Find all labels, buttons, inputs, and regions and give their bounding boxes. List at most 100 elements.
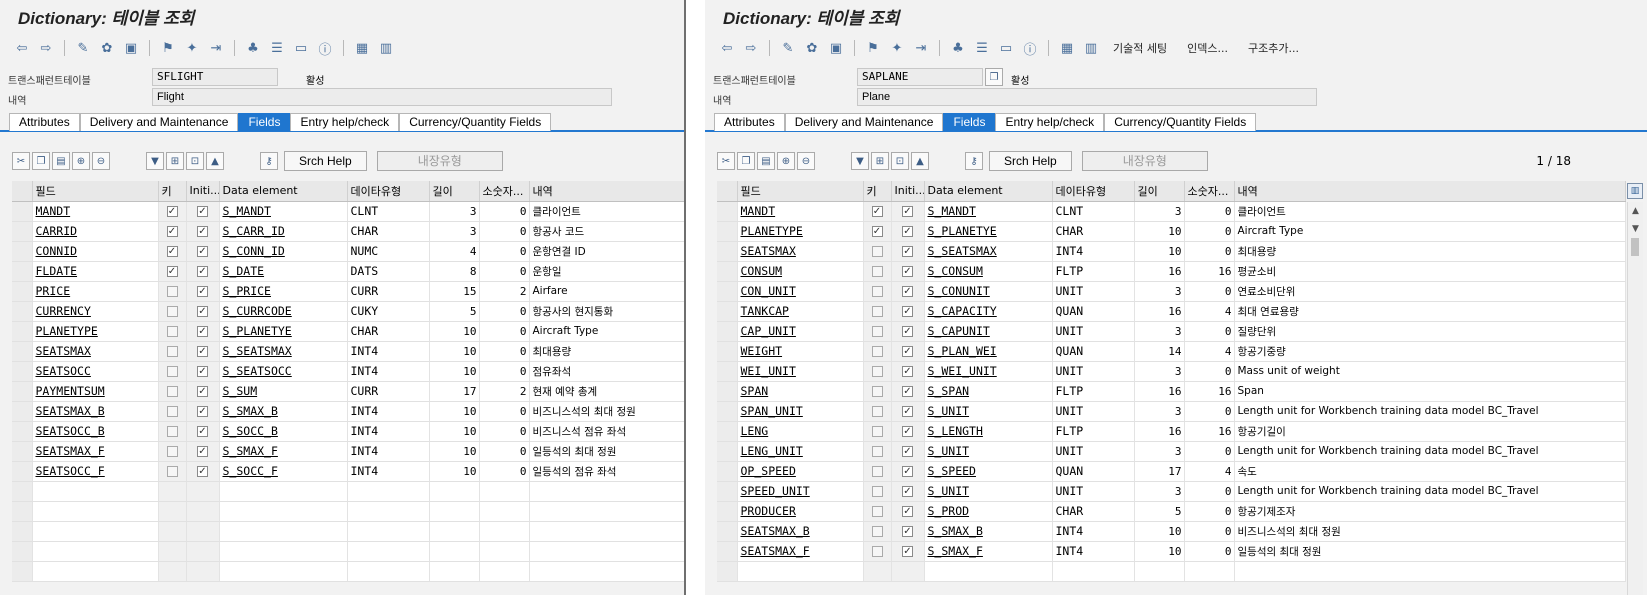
table-row[interactable]: PLANETYPE ✓ ✓ S_PLANETYE CHAR 10 0 Aircraft Typ… bbox=[717, 221, 1626, 242]
row-selector[interactable] bbox=[12, 381, 33, 402]
table-row[interactable]: PAYMENTSUM ✓ S_SUM CURR 17 2 현재 예약 총계 bbox=[12, 381, 684, 402]
field-name[interactable]: SEATSMAX_F bbox=[741, 544, 810, 558]
row-selector[interactable] bbox=[12, 261, 33, 282]
vertical-scrollbar[interactable]: ▲ ▼ bbox=[1627, 202, 1643, 595]
row-selector[interactable] bbox=[12, 301, 33, 322]
row-selector[interactable] bbox=[717, 241, 738, 262]
data-element[interactable]: S_SMAX_F bbox=[928, 544, 983, 558]
data-element[interactable]: S_PLANETYE bbox=[928, 224, 997, 238]
key-cell[interactable] bbox=[158, 421, 187, 442]
row-selector[interactable] bbox=[12, 401, 33, 422]
field-name[interactable]: WEIGHT bbox=[741, 344, 783, 358]
data-element-cell[interactable]: S_PLANETYE bbox=[219, 321, 348, 342]
key-cell[interactable] bbox=[863, 441, 892, 462]
key-cell[interactable] bbox=[863, 321, 892, 342]
data-element-cell[interactable]: S_CURRCODE bbox=[219, 301, 348, 322]
unchecked-checkbox-icon[interactable] bbox=[166, 346, 178, 357]
checked-checkbox-icon[interactable]: ✓ bbox=[197, 446, 208, 457]
row-selector[interactable] bbox=[717, 381, 738, 402]
table-row[interactable]: MANDT ✓ ✓ S_MANDT CLNT 3 0 클라이언트 bbox=[717, 201, 1626, 222]
scroll-up-icon[interactable]: ▲ bbox=[1628, 202, 1643, 220]
data-element[interactable]: S_SEATSMAX bbox=[223, 344, 292, 358]
new-rows-icon[interactable]: ⊞ bbox=[166, 152, 184, 170]
field-name[interactable]: PLANETYPE bbox=[36, 324, 98, 338]
append-structure-link[interactable]: 구조추가... bbox=[1248, 40, 1299, 56]
field-name[interactable]: SEATSMAX_F bbox=[36, 444, 105, 458]
data-element[interactable]: S_LENGTH bbox=[928, 424, 983, 438]
field-name[interactable]: PRODUCER bbox=[741, 504, 796, 518]
data-element-cell[interactable]: S_CONSUM bbox=[924, 261, 1053, 282]
key-cell[interactable] bbox=[863, 361, 892, 382]
key-cell[interactable] bbox=[158, 281, 187, 302]
field-name-cell[interactable]: TANKCAP bbox=[737, 301, 864, 322]
column-header[interactable]: 길이 bbox=[1134, 181, 1185, 202]
activate-icon[interactable]: ✦ bbox=[182, 38, 202, 58]
key-cell[interactable]: ✓ bbox=[158, 261, 187, 282]
back-arrow-icon[interactable]: ⇦ bbox=[12, 38, 32, 58]
data-element-cell[interactable]: S_PLAN_WEI bbox=[924, 341, 1053, 362]
data-element-cell[interactable]: S_CAPUNIT bbox=[924, 321, 1053, 342]
key-cell[interactable] bbox=[863, 461, 892, 482]
search-help-button[interactable]: Srch Help bbox=[989, 151, 1072, 171]
insert-row-icon[interactable]: ⊕ bbox=[72, 152, 90, 170]
cut-icon[interactable]: ✂ bbox=[12, 152, 30, 170]
where-used-icon[interactable]: ⚑ bbox=[158, 38, 178, 58]
table-icon[interactable]: ▥ bbox=[1081, 38, 1101, 58]
field-name[interactable]: SEATSMAX bbox=[36, 344, 91, 358]
data-element-cell[interactable]: S_LENGTH bbox=[924, 421, 1053, 442]
copy-icon[interactable]: ❐ bbox=[32, 152, 50, 170]
field-name-cell[interactable]: CURRENCY bbox=[32, 301, 159, 322]
initial-cell[interactable]: ✓ bbox=[186, 281, 220, 302]
data-element[interactable]: S_SMAX_F bbox=[223, 444, 278, 458]
table-row[interactable]: SEATSMAX_B ✓ S_SMAX_B INT4 10 0 비즈니스석의 최대 정원 bbox=[717, 521, 1626, 542]
checked-checkbox-icon[interactable]: ✓ bbox=[871, 206, 883, 217]
unchecked-checkbox-icon[interactable] bbox=[871, 286, 883, 297]
row-selector[interactable] bbox=[12, 281, 33, 302]
checked-checkbox-icon[interactable]: ✓ bbox=[902, 346, 913, 357]
display-change-icon[interactable]: ✎ bbox=[778, 38, 798, 58]
key-cell[interactable] bbox=[863, 421, 892, 442]
tab-attributes[interactable]: Attributes bbox=[714, 113, 785, 131]
stack-icon[interactable]: ☰ bbox=[267, 38, 287, 58]
field-name-cell[interactable]: SEATSMAX_F bbox=[737, 541, 864, 562]
unchecked-checkbox-icon[interactable] bbox=[871, 346, 883, 357]
key-cell[interactable]: ✓ bbox=[863, 201, 892, 222]
data-element[interactable]: S_MANDT bbox=[223, 204, 271, 218]
field-name-cell[interactable]: SEATSMAX bbox=[32, 341, 159, 362]
field-name[interactable]: CURRENCY bbox=[36, 304, 91, 318]
description-field[interactable]: Flight bbox=[152, 88, 612, 106]
technical-settings-link[interactable]: 기술적 세팅 bbox=[1113, 40, 1167, 56]
checked-checkbox-icon[interactable]: ✓ bbox=[902, 226, 913, 237]
column-settings-icon[interactable]: ▥ bbox=[1627, 183, 1643, 199]
field-name-cell[interactable]: SEATSMAX_F bbox=[32, 441, 159, 462]
initial-cell[interactable]: ✓ bbox=[891, 321, 925, 342]
data-element[interactable]: S_CONN_ID bbox=[223, 244, 285, 258]
initial-cell[interactable]: ✓ bbox=[186, 401, 220, 422]
column-header[interactable]: 데이타유형 bbox=[1052, 181, 1135, 202]
key-cell[interactable] bbox=[158, 321, 187, 342]
data-element[interactable]: S_CURRCODE bbox=[223, 304, 292, 318]
key-icon[interactable]: ⚷ bbox=[260, 152, 278, 170]
data-element-cell[interactable]: S_CARR_ID bbox=[219, 221, 348, 242]
checked-checkbox-icon[interactable]: ✓ bbox=[902, 366, 913, 377]
data-element-cell[interactable]: S_PLANETYE bbox=[924, 221, 1053, 242]
column-header[interactable]: 길이 bbox=[429, 181, 480, 202]
tab-currency-quantity[interactable]: Currency/Quantity Fields bbox=[1104, 113, 1257, 131]
checked-checkbox-icon[interactable]: ✓ bbox=[902, 406, 913, 417]
initial-cell[interactable]: ✓ bbox=[891, 501, 925, 522]
column-header[interactable]: 필드 bbox=[737, 181, 864, 202]
field-name-cell[interactable]: SEATSMAX bbox=[737, 241, 864, 262]
field-name[interactable]: FLDATE bbox=[36, 264, 78, 278]
checked-checkbox-icon[interactable]: ✓ bbox=[902, 266, 913, 277]
field-name-cell[interactable]: SEATSMAX_B bbox=[737, 521, 864, 542]
where-used-icon[interactable]: ⚑ bbox=[863, 38, 883, 58]
field-name[interactable]: SEATSMAX bbox=[741, 244, 796, 258]
table-row[interactable]: CARRID ✓ ✓ S_CARR_ID CHAR 3 0 항공사 코드 bbox=[12, 221, 684, 242]
row-selector[interactable] bbox=[717, 521, 738, 542]
data-element-cell[interactable]: S_DATE bbox=[219, 261, 348, 282]
initial-cell[interactable]: ✓ bbox=[891, 241, 925, 262]
row-selector[interactable] bbox=[12, 361, 33, 382]
table-row[interactable]: SPAN ✓ S_SPAN FLTP 16 16 Span bbox=[717, 381, 1626, 402]
table-row[interactable]: FLDATE ✓ ✓ S_DATE DATS 8 0 운항일 bbox=[12, 261, 684, 282]
initial-cell[interactable]: ✓ bbox=[891, 201, 925, 222]
